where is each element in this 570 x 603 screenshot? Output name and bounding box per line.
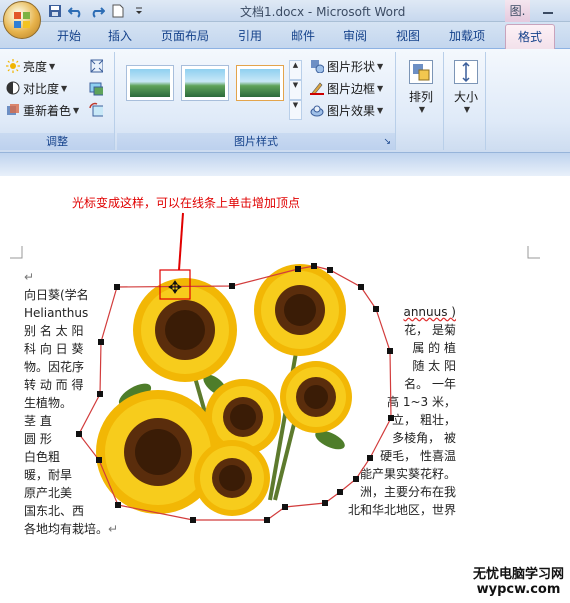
office-button[interactable] — [3, 1, 41, 39]
margin-marks — [10, 246, 540, 259]
office-logo-icon — [14, 12, 30, 28]
site-watermark: 无忧电脑学习网 wypcw.com — [473, 563, 564, 597]
annotation-pointer — [178, 212, 184, 271]
watermark-line2: wypcw.com — [476, 582, 561, 597]
document-overlay — [10, 212, 540, 523]
word-window: 文档1.docx - Microsoft Word 图. 开始 插入 页面布局 … — [0, 0, 570, 603]
watermark-line1: 无忧电脑学习网 — [472, 567, 564, 582]
sunflower-picture[interactable] — [96, 264, 352, 516]
